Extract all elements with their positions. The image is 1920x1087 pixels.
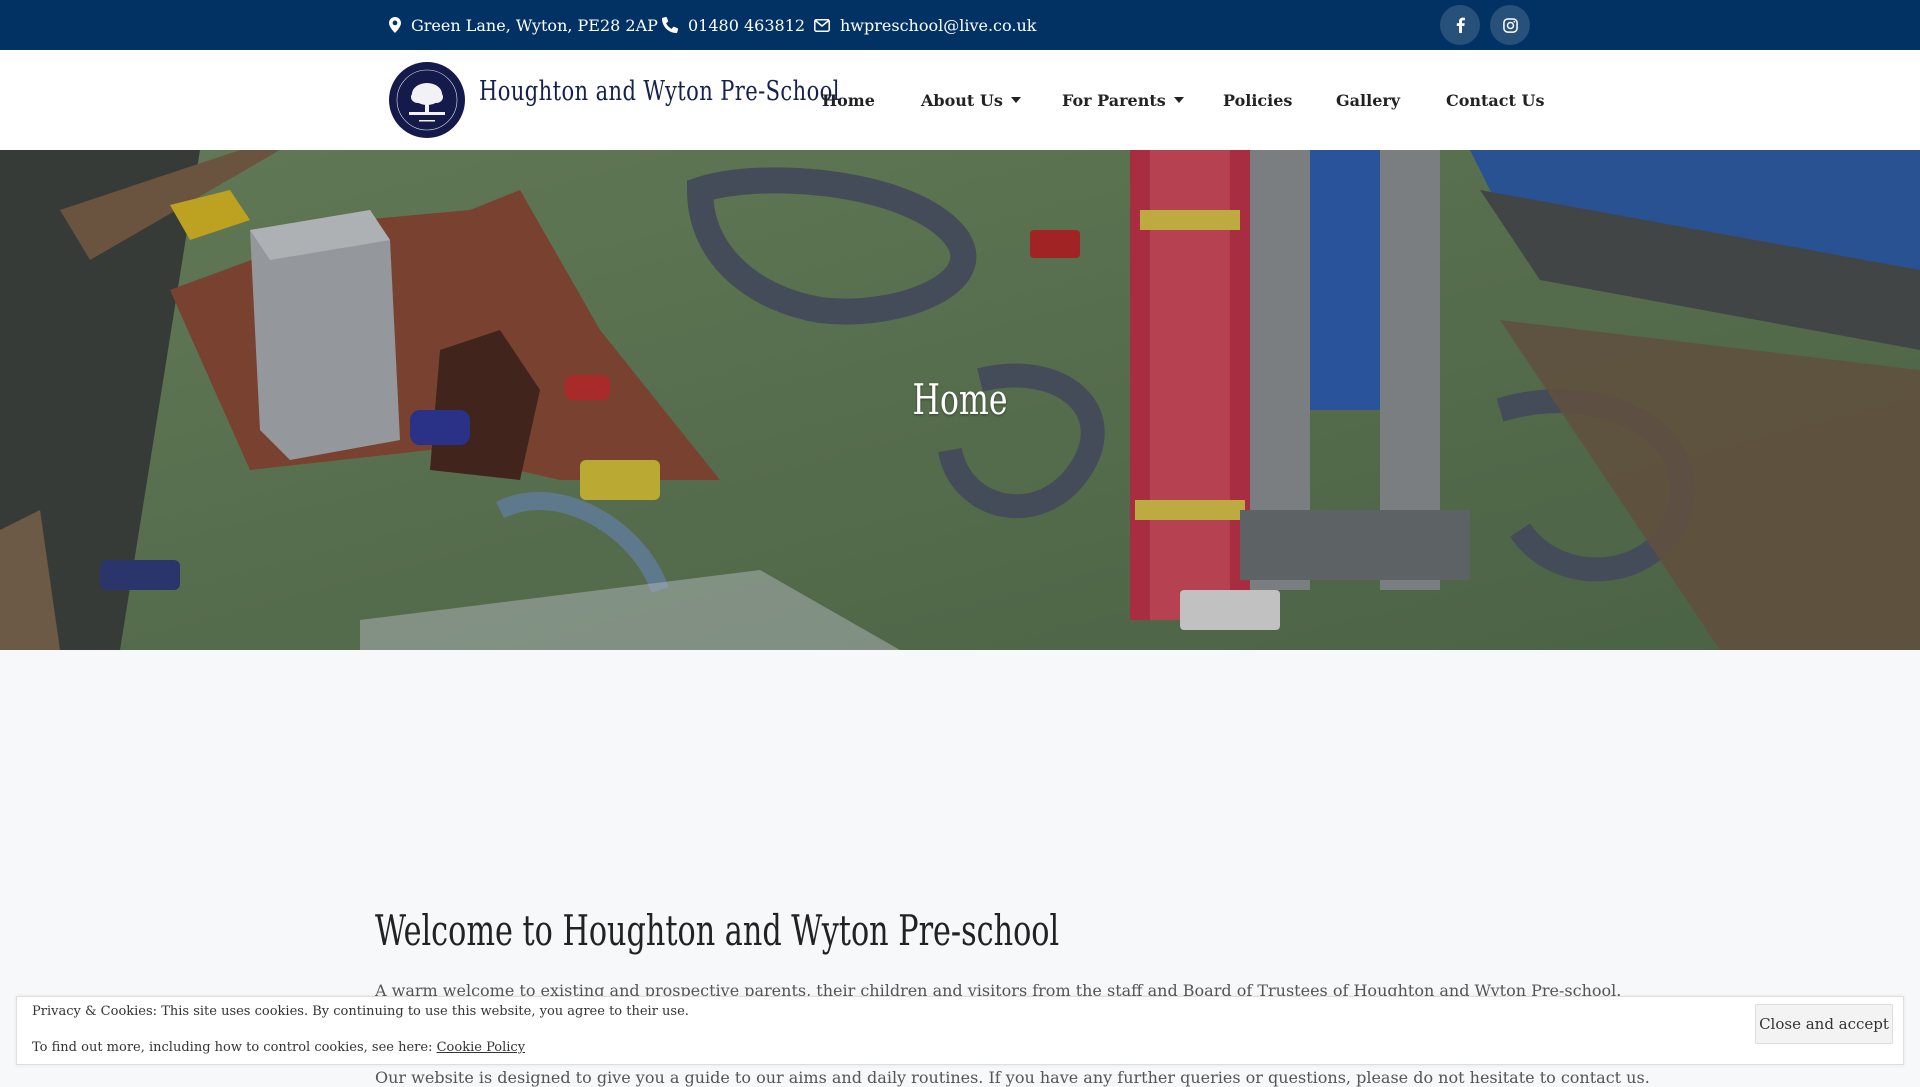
welcome-heading: Welcome to Houghton and Wyton Pre-school xyxy=(375,906,1060,955)
map-marker-icon xyxy=(389,17,401,33)
nav-policies[interactable]: Policies xyxy=(1223,50,1292,150)
nav-gallery[interactable]: Gallery xyxy=(1336,50,1400,150)
cookie-more-info-text: To find out more, including how to contr… xyxy=(32,1040,437,1055)
site-logo[interactable] xyxy=(389,62,465,138)
facebook-link[interactable] xyxy=(1440,5,1480,45)
instagram-icon xyxy=(1502,17,1518,33)
cookie-banner: Privacy & Cookies: This site uses cookie… xyxy=(16,996,1904,1065)
facebook-icon xyxy=(1456,17,1465,33)
intro-paragraph: Our website is designed to give you a gu… xyxy=(375,1068,1650,1087)
site-header: Houghton and Wyton Pre-School Home About… xyxy=(0,50,1920,151)
nav-home[interactable]: Home xyxy=(822,50,875,150)
hero-title: Home xyxy=(912,375,1008,424)
nav-about-us-label[interactable]: About Us xyxy=(921,91,1003,110)
hero-banner: Home xyxy=(0,150,1920,650)
cookie-policy-link[interactable]: Cookie Policy xyxy=(437,1040,525,1055)
nav-contact-us[interactable]: Contact Us xyxy=(1446,50,1544,150)
nav-for-parents-label[interactable]: For Parents xyxy=(1062,91,1166,110)
phone-text[interactable]: 01480 463812 xyxy=(688,16,805,35)
cookie-notice-text: Privacy & Cookies: This site uses cookie… xyxy=(32,1004,689,1019)
close-and-accept-button[interactable]: Close and accept xyxy=(1755,1004,1893,1044)
caret-down-icon xyxy=(1010,97,1021,103)
nav-gallery-label[interactable]: Gallery xyxy=(1336,91,1400,110)
email-text[interactable]: hwpreschool@live.co.uk xyxy=(840,16,1036,35)
nav-home-label[interactable]: Home xyxy=(822,91,875,110)
address-item: Green Lane, Wyton, PE28 2AP xyxy=(389,0,658,50)
phone-item[interactable]: 01480 463812 xyxy=(662,0,805,50)
address-text: Green Lane, Wyton, PE28 2AP xyxy=(411,15,658,35)
envelope-icon xyxy=(814,18,830,32)
instagram-link[interactable] xyxy=(1490,5,1530,45)
nav-for-parents[interactable]: For Parents xyxy=(1062,50,1184,150)
email-item[interactable]: hwpreschool@live.co.uk xyxy=(814,0,1036,50)
site-title[interactable]: Houghton and Wyton Pre-School xyxy=(479,76,840,107)
phone-icon xyxy=(662,17,678,33)
cookie-more-info: To find out more, including how to contr… xyxy=(32,1040,525,1055)
caret-down-icon xyxy=(1173,97,1184,103)
nav-about-us[interactable]: About Us xyxy=(921,50,1021,150)
oak-tree-logo-icon xyxy=(390,63,464,137)
top-info-bar: Green Lane, Wyton, PE28 2AP 01480 463812… xyxy=(0,0,1920,50)
nav-policies-label[interactable]: Policies xyxy=(1223,91,1292,110)
nav-contact-us-label[interactable]: Contact Us xyxy=(1446,91,1544,110)
